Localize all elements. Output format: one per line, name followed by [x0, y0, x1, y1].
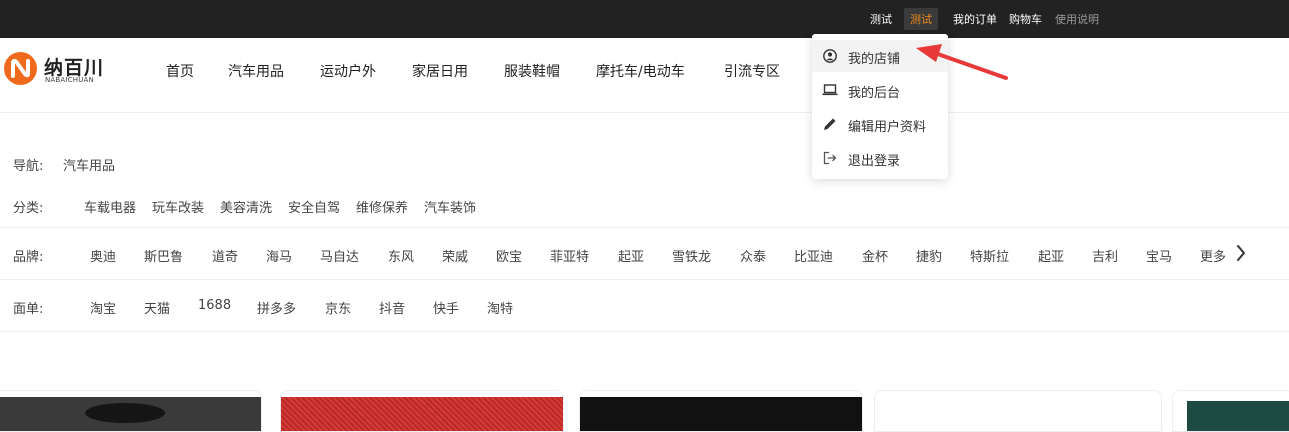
breadcrumb-current[interactable]: 汽车用品: [63, 155, 115, 174]
nav-traffic-zone[interactable]: 引流专区: [724, 61, 780, 81]
brand-item[interactable]: 众泰: [740, 246, 766, 265]
brand-item[interactable]: 欧宝: [496, 246, 522, 265]
brand-item[interactable]: 起亚: [1038, 246, 1064, 265]
row-divider: [0, 279, 1289, 280]
category-item[interactable]: 汽车装饰: [424, 197, 476, 216]
brand-item[interactable]: 东风: [388, 246, 414, 265]
brand-label: 品牌:: [13, 250, 44, 265]
brand-item[interactable]: 海马: [266, 246, 292, 265]
site-logo[interactable]: 纳百川 NABAICHUAN: [4, 52, 114, 88]
product-card[interactable]: [280, 390, 564, 432]
top-bar: 测试 测试 我的订单 购物车 使用说明: [0, 0, 1289, 38]
brand-item[interactable]: 荣威: [442, 246, 468, 265]
platform-item[interactable]: 抖音: [379, 298, 405, 317]
brand-item[interactable]: 奥迪: [90, 246, 116, 265]
platform-label: 面单:: [13, 302, 44, 317]
category-item[interactable]: 维修保养: [356, 197, 408, 216]
user-name-link[interactable]: 测试: [870, 11, 892, 27]
platform-item[interactable]: 淘特: [487, 298, 513, 317]
brand-item[interactable]: 雪铁龙: [672, 246, 711, 265]
platform-item[interactable]: 拼多多: [257, 298, 296, 317]
logo-mark-icon: [4, 52, 37, 85]
category-item[interactable]: 车载电器: [84, 197, 136, 216]
product-image: [875, 397, 1161, 431]
platform-item[interactable]: 京东: [325, 298, 351, 317]
brand-item[interactable]: 道奇: [212, 246, 238, 265]
brand-item[interactable]: 马自达: [320, 246, 359, 265]
brand-item[interactable]: 菲亚特: [550, 246, 589, 265]
platform-item[interactable]: 淘宝: [90, 298, 116, 317]
product-image-detail: [85, 403, 165, 423]
nav-apparel[interactable]: 服装鞋帽: [504, 61, 560, 81]
nav-auto-supplies[interactable]: 汽车用品: [228, 61, 284, 81]
brand-item[interactable]: 宝马: [1146, 246, 1172, 265]
menu-item-label: 我的店铺: [848, 52, 901, 67]
brand-item[interactable]: 特斯拉: [970, 246, 1009, 265]
logo-name-en: NABAICHUAN: [45, 76, 94, 84]
menu-edit-profile[interactable]: 编辑用户资料: [812, 108, 948, 140]
breadcrumb-label: 导航:: [13, 159, 44, 174]
menu-logout[interactable]: 退出登录: [812, 142, 948, 174]
nav-home[interactable]: 首页: [166, 61, 194, 81]
laptop-icon: [822, 84, 838, 96]
annotation-arrow-icon: [916, 44, 1008, 80]
product-card[interactable]: [0, 390, 262, 432]
brand-item[interactable]: 斯巴鲁: [144, 246, 183, 265]
pencil-icon: [824, 118, 836, 130]
help-link[interactable]: 使用说明: [1055, 11, 1099, 27]
nav-motorcycle[interactable]: 摩托车/电动车: [596, 61, 685, 81]
row-divider: [0, 227, 1289, 228]
category-item[interactable]: 玩车改装: [152, 197, 204, 216]
category-label: 分类:: [13, 201, 44, 216]
brand-more-button[interactable]: 更多: [1200, 246, 1226, 265]
menu-item-label: 编辑用户资料: [848, 120, 927, 135]
brand-item[interactable]: 起亚: [618, 246, 644, 265]
chevron-right-icon[interactable]: [1234, 243, 1248, 263]
product-image: [580, 397, 862, 431]
category-item[interactable]: 安全自驾: [288, 197, 340, 216]
brand-item[interactable]: 比亚迪: [794, 246, 833, 265]
product-image: [1187, 401, 1289, 431]
cart-link[interactable]: 购物车: [1009, 11, 1042, 27]
product-image: [281, 397, 563, 431]
my-orders-link[interactable]: 我的订单: [953, 11, 997, 27]
logout-icon: [823, 151, 837, 165]
brand-item[interactable]: 吉利: [1092, 246, 1118, 265]
menu-item-label: 我的后台: [848, 86, 901, 101]
user-circle-icon: [823, 49, 837, 63]
menu-item-label: 退出登录: [848, 154, 901, 169]
category-item[interactable]: 美容清洗: [220, 197, 272, 216]
platform-item[interactable]: 1688: [198, 298, 231, 313]
site-header: 纳百川 NABAICHUAN 首页 汽车用品 运动户外 家居日用 服装鞋帽 摩托…: [0, 38, 1289, 113]
row-divider: [0, 331, 1289, 332]
product-card[interactable]: [1172, 390, 1289, 432]
brand-item[interactable]: 金杯: [862, 246, 888, 265]
nav-outdoor-sports[interactable]: 运动户外: [320, 61, 376, 81]
product-card[interactable]: [874, 390, 1162, 432]
brand-item[interactable]: 捷豹: [916, 246, 942, 265]
product-card[interactable]: [579, 390, 863, 432]
user-menu-trigger[interactable]: 测试: [904, 8, 938, 30]
nav-home-goods[interactable]: 家居日用: [412, 61, 468, 81]
platform-item[interactable]: 快手: [433, 298, 459, 317]
platform-item[interactable]: 天猫: [144, 298, 170, 317]
